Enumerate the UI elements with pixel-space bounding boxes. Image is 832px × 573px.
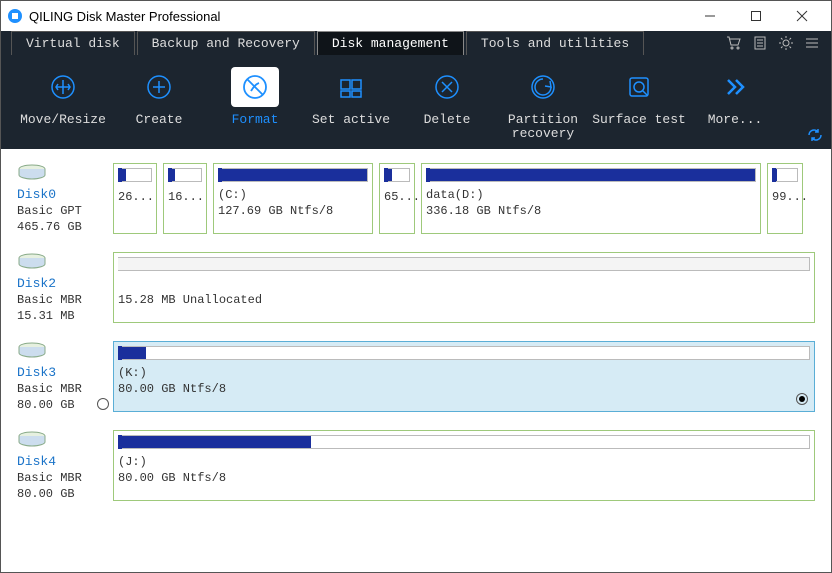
surface-test-icon bbox=[615, 67, 663, 107]
partition-info: 26... bbox=[118, 190, 152, 204]
tab-virtual-disk[interactable]: Virtual disk bbox=[11, 31, 135, 55]
partition-k[interactable]: (K:) 80.00 GB Ntfs/8 bbox=[113, 341, 815, 412]
disk-header-4[interactable]: Disk4 Basic MBR 80.00 GB bbox=[17, 430, 113, 501]
partition-selected-radio[interactable] bbox=[796, 393, 808, 405]
partition-name: data(D:) bbox=[426, 188, 756, 202]
app-logo-icon bbox=[7, 8, 23, 24]
partition-info: 80.00 GB Ntfs/8 bbox=[118, 471, 810, 485]
partition-unallocated[interactable]: 15.28 MB Unallocated bbox=[113, 252, 815, 323]
minimize-button[interactable] bbox=[687, 1, 733, 31]
partition-info: 336.18 GB Ntfs/8 bbox=[426, 204, 756, 218]
disk-icon bbox=[17, 252, 47, 272]
partition-recovery-label: Partitionrecovery bbox=[508, 113, 578, 141]
titlebar: QILING Disk Master Professional bbox=[1, 1, 831, 31]
surface-test-button[interactable]: Surface test bbox=[591, 67, 687, 127]
disk-row-3: Disk3 Basic MBR 80.00 GB (K:) 80.00 GB N… bbox=[17, 341, 815, 412]
delete-button[interactable]: Delete bbox=[399, 67, 495, 127]
partition-info: 127.69 GB Ntfs/8 bbox=[218, 204, 368, 218]
toolbar: Move/Resize Create Format Set active Del… bbox=[1, 55, 831, 149]
move-resize-label: Move/Resize bbox=[20, 113, 106, 127]
partition-name: (J:) bbox=[118, 455, 810, 469]
create-button[interactable]: Create bbox=[111, 67, 207, 127]
tab-tools-utilities[interactable]: Tools and utilities bbox=[466, 31, 644, 55]
partition-name: (K:) bbox=[118, 366, 810, 380]
surface-test-label: Surface test bbox=[592, 113, 686, 127]
partition[interactable]: 16... bbox=[163, 163, 207, 234]
disk-name: Disk4 bbox=[17, 454, 113, 469]
disk-name: Disk0 bbox=[17, 187, 113, 202]
disk-icon bbox=[17, 163, 47, 183]
move-resize-button[interactable]: Move/Resize bbox=[15, 67, 111, 127]
menubar: Virtual disk Backup and Recovery Disk ma… bbox=[1, 31, 831, 55]
settings-icon[interactable] bbox=[773, 31, 799, 55]
partition[interactable]: 65... bbox=[379, 163, 415, 234]
create-icon bbox=[135, 67, 183, 107]
partition-j[interactable]: (J:) 80.00 GB Ntfs/8 bbox=[113, 430, 815, 501]
disk-size: 465.76 GB bbox=[17, 220, 113, 234]
disk-type: Basic MBR bbox=[17, 382, 113, 396]
disk-list: Disk0 Basic GPT 465.76 GB 26... 16... (C… bbox=[1, 149, 831, 533]
close-button[interactable] bbox=[779, 1, 825, 31]
disk-type: Basic GPT bbox=[17, 204, 113, 218]
partition-d[interactable]: data(D:) 336.18 GB Ntfs/8 bbox=[421, 163, 761, 234]
disk-header-2[interactable]: Disk2 Basic MBR 15.31 MB bbox=[17, 252, 113, 323]
disk-type: Basic MBR bbox=[17, 293, 113, 307]
delete-icon bbox=[423, 67, 471, 107]
more-button[interactable]: More... bbox=[687, 67, 783, 127]
partition-info: 99... bbox=[772, 190, 798, 204]
refresh-icon[interactable] bbox=[807, 128, 823, 145]
disk-header-3[interactable]: Disk3 Basic MBR 80.00 GB bbox=[17, 341, 113, 412]
format-icon bbox=[231, 67, 279, 107]
disk-name: Disk2 bbox=[17, 276, 113, 291]
cart-icon[interactable] bbox=[721, 31, 747, 55]
more-label: More... bbox=[708, 113, 763, 127]
move-resize-icon bbox=[39, 67, 87, 107]
format-button[interactable]: Format bbox=[207, 67, 303, 127]
disk-size: 15.31 MB bbox=[17, 309, 113, 323]
tab-disk-management[interactable]: Disk management bbox=[317, 31, 464, 55]
partition-name: (C:) bbox=[218, 188, 368, 202]
disk-type: Basic MBR bbox=[17, 471, 113, 485]
partition-info: 65... bbox=[384, 190, 410, 204]
partition-info: 80.00 GB Ntfs/8 bbox=[118, 382, 810, 396]
disk-icon bbox=[17, 341, 47, 361]
menu-icon[interactable] bbox=[799, 31, 825, 55]
create-label: Create bbox=[136, 113, 183, 127]
disk-row-2: Disk2 Basic MBR 15.31 MB 15.28 MB Unallo… bbox=[17, 252, 815, 323]
disk-size: 80.00 GB bbox=[17, 487, 113, 501]
format-label: Format bbox=[232, 113, 279, 127]
delete-label: Delete bbox=[424, 113, 471, 127]
disk-radio[interactable] bbox=[97, 398, 109, 410]
maximize-button[interactable] bbox=[733, 1, 779, 31]
window-title: QILING Disk Master Professional bbox=[29, 9, 687, 24]
disk-size: 80.00 GB bbox=[17, 398, 75, 412]
more-icon bbox=[711, 67, 759, 107]
disk-row-4: Disk4 Basic MBR 80.00 GB (J:) 80.00 GB N… bbox=[17, 430, 815, 501]
tab-backup-recovery[interactable]: Backup and Recovery bbox=[137, 31, 315, 55]
disk-header-0[interactable]: Disk0 Basic GPT 465.76 GB bbox=[17, 163, 113, 234]
disk-name: Disk3 bbox=[17, 365, 113, 380]
set-active-button[interactable]: Set active bbox=[303, 67, 399, 127]
disk-icon bbox=[17, 430, 47, 450]
set-active-icon bbox=[327, 67, 375, 107]
partition-c[interactable]: (C:) 127.69 GB Ntfs/8 bbox=[213, 163, 373, 234]
partition[interactable]: 26... bbox=[113, 163, 157, 234]
partition[interactable]: 99... bbox=[767, 163, 803, 234]
set-active-label: Set active bbox=[312, 113, 390, 127]
partition-info: 15.28 MB Unallocated bbox=[118, 293, 810, 307]
partition-recovery-icon bbox=[519, 67, 567, 107]
disk-row-0: Disk0 Basic GPT 465.76 GB 26... 16... (C… bbox=[17, 163, 815, 234]
log-icon[interactable] bbox=[747, 31, 773, 55]
partition-recovery-button[interactable]: Partitionrecovery bbox=[495, 67, 591, 141]
partition-info: 16... bbox=[168, 190, 202, 204]
